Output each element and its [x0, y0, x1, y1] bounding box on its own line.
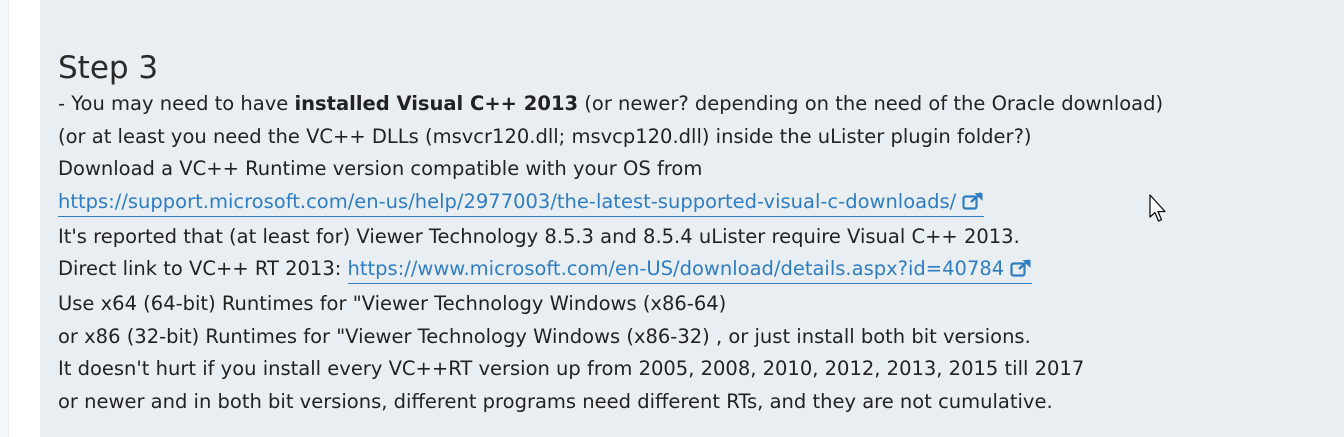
instruction-line-6: Use x64 (64-bit) Runtimes for "Viewer Te… [58, 292, 727, 315]
instruction-line-1-suffix: (or newer? depending on the need of the … [578, 92, 1164, 115]
external-link-icon [1010, 259, 1031, 277]
step-content: Step 3 - You may need to have installed … [58, 48, 1328, 418]
instruction-line-4: It's reported that (at least for) Viewer… [58, 224, 1020, 248]
instruction-line-1-bold: installed Visual C++ 2013 [294, 92, 579, 115]
instruction-line-8: It doesn't hurt if you install every VC+… [58, 357, 1085, 380]
external-link-icon [962, 191, 983, 210]
support-link-line: https://support.microsoft.com/en-us/help… [58, 186, 1328, 221]
instruction-line-9: or newer and in both bit versions, diffe… [58, 389, 1053, 413]
instruction-line-1-prefix: - You may need to have [58, 92, 295, 115]
mouse-pointer-icon [1149, 194, 1166, 222]
support-downloads-link[interactable]: https://support.microsoft.com/en-us/help… [58, 189, 985, 217]
support-downloads-link-text: https://support.microsoft.com/en-us/help… [58, 189, 957, 213]
step-heading: Step 3 [58, 50, 159, 86]
instruction-line-7: or x86 (32-bit) Runtimes for "Viewer Tec… [58, 324, 1031, 348]
vc-rt-2013-download-link-text: https://www.microsoft.com/en-US/download… [347, 257, 1005, 280]
vc-rt-2013-download-link[interactable]: https://www.microsoft.com/en-US/download… [347, 257, 1033, 284]
page-left-border [0, 0, 9, 437]
direct-link-label: Direct link to VC++ RT 2013: [58, 257, 348, 280]
instruction-line-2: (or at least you need the VC++ DLLs (msv… [58, 124, 1032, 148]
direct-link-line: Direct link to VC++ RT 2013: https://www… [58, 253, 1328, 288]
instruction-line-1: - You may need to have installed Visual … [58, 88, 1328, 121]
instruction-line-3: Download a VC++ Runtime version compatib… [58, 157, 703, 180]
